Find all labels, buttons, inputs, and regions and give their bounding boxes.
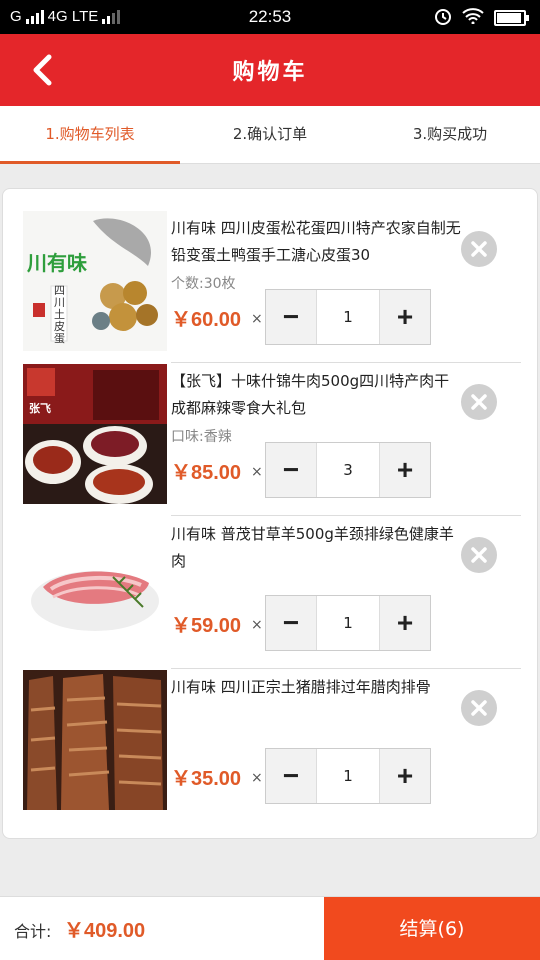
quantity-stepper: − 1 + (265, 748, 431, 804)
multiply-sign: × (251, 770, 263, 786)
image-brand-text: 川有味 (27, 251, 87, 275)
product-price: ￥59.00 (171, 615, 242, 637)
close-icon (471, 547, 487, 563)
quantity-value[interactable]: 1 (316, 596, 380, 650)
quantity-value[interactable]: 1 (316, 749, 380, 803)
product-name[interactable]: 川有味 四川皮蛋松花蛋四川特产农家自制无铅变蛋土鸭蛋手工溏心皮蛋30 (171, 215, 461, 271)
cart-item: 川有味 四川土皮蛋 川有味 四川皮蛋松花蛋四川特产农家自制无铅变蛋土鸭蛋手工溏心… (23, 211, 521, 363)
product-spec: 口味:香辣 (171, 429, 232, 445)
product-spec: 个数:30枚 (171, 276, 236, 292)
product-price: ￥85.00 (171, 462, 242, 484)
step-purchase-success: 3.购买成功 (412, 125, 488, 143)
wifi-icon (462, 8, 484, 28)
remove-item-button[interactable] (461, 384, 497, 420)
product-price: ￥60.00 (171, 309, 242, 331)
quantity-value[interactable]: 1 (316, 290, 380, 344)
decrease-button[interactable]: − (266, 596, 316, 650)
alarm-icon (434, 7, 452, 29)
close-icon (471, 700, 487, 716)
product-name[interactable]: 【张飞】十味什锦牛肉500g四川特产肉干成都麻辣零食大礼包 (171, 368, 461, 424)
product-name[interactable]: 川有味 普茂甘草羊500g羊颈排绿色健康羊肉 (171, 521, 461, 577)
close-icon (471, 394, 487, 410)
quantity-stepper: − 1 + (265, 595, 431, 651)
increase-button[interactable]: + (380, 290, 430, 344)
quantity-stepper: − 1 + (265, 289, 431, 345)
image-caption-text: 四川土皮蛋 (54, 284, 65, 345)
decrease-button[interactable]: − (266, 290, 316, 344)
cart-item: 张飞 【张飞】十味什锦牛肉500g四川特产肉干成都麻辣零食大礼包 口味:香辣 ￥… (23, 364, 521, 516)
decrease-button[interactable]: − (266, 443, 316, 497)
product-price: ￥35.00 (171, 768, 242, 790)
cart-list: 川有味 四川土皮蛋 川有味 四川皮蛋松花蛋四川特产农家自制无铅变蛋土鸭蛋手工溏心… (2, 188, 538, 839)
total-amount: ￥409.00 (64, 920, 146, 942)
remove-item-button[interactable] (461, 690, 497, 726)
multiply-sign: × (251, 617, 263, 633)
product-image[interactable]: 川有味 四川土皮蛋 (23, 211, 167, 351)
product-image[interactable]: 张飞 (23, 364, 167, 504)
checkout-button[interactable]: 结算(6) (324, 897, 540, 960)
decrease-button[interactable]: − (266, 749, 316, 803)
remove-item-button[interactable] (461, 537, 497, 573)
multiply-sign: × (251, 311, 263, 327)
cart-item: 川有味 四川正宗土猪腊排过年腊肉排骨 ￥35.00 × − 1 + (23, 670, 521, 818)
quantity-stepper: − 3 + (265, 442, 431, 498)
status-bar: G 4G LTE 22:53 (0, 0, 540, 34)
total-label: 合计: (14, 922, 52, 941)
page-title: 购物车 (232, 60, 308, 85)
step-cart-list[interactable]: 1.购物车列表 (0, 106, 180, 164)
cart-item: 川有味 普茂甘草羊500g羊颈排绿色健康羊肉 ￥59.00 × − 1 + (23, 517, 521, 669)
product-image[interactable] (23, 670, 167, 810)
app-header: 购物车 (0, 34, 540, 106)
checkout-bar: 合计: ￥409.00 结算(6) (0, 896, 540, 960)
status-icons (434, 7, 529, 29)
product-image[interactable] (23, 517, 167, 657)
checkout-steps: 1.购物车列表 2.确认订单 3.购买成功 (0, 106, 540, 164)
remove-item-button[interactable] (461, 231, 497, 267)
increase-button[interactable]: + (380, 749, 430, 803)
battery-icon (494, 10, 529, 26)
image-brand-text: 张飞 (29, 402, 51, 415)
close-icon (471, 241, 487, 257)
increase-button[interactable]: + (380, 596, 430, 650)
product-name[interactable]: 川有味 四川正宗土猪腊排过年腊肉排骨 (171, 674, 461, 730)
multiply-sign: × (251, 464, 263, 480)
step-confirm-order: 2.确认订单 (232, 125, 308, 143)
quantity-value[interactable]: 3 (316, 443, 380, 497)
increase-button[interactable]: + (380, 443, 430, 497)
